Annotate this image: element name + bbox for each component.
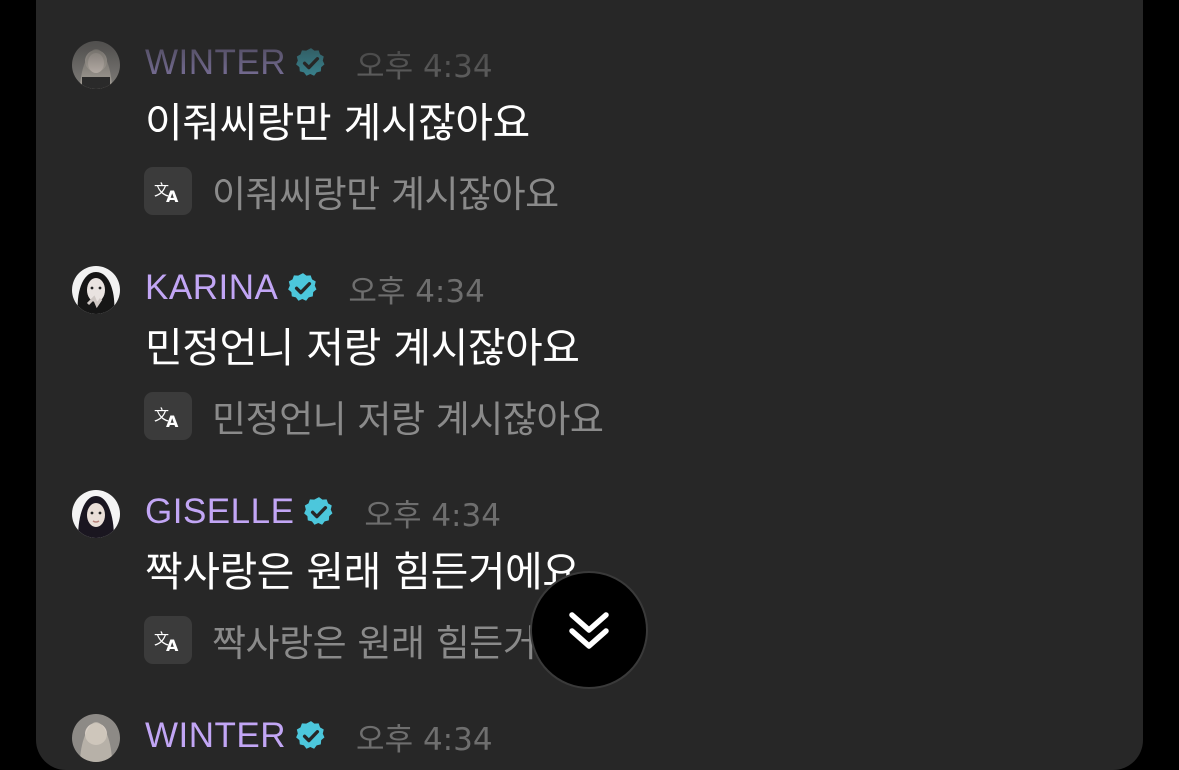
- translation-text: 민정언니 저랑 계시잖아요: [212, 398, 604, 441]
- avatar[interactable]: [72, 41, 120, 89]
- translation-row: 文 A 이줘씨랑만 계시잖아요: [144, 166, 559, 216]
- message-text: 이줘씨랑만 계시잖아요: [145, 99, 530, 147]
- sender-row: GISELLE 오후 4:34: [145, 492, 501, 534]
- translate-glyph-icon: 文 A: [154, 406, 179, 431]
- translate-icon[interactable]: 文 A: [144, 616, 192, 664]
- avatar[interactable]: [72, 714, 120, 762]
- sender-row: KARINA 오후 4:34: [145, 268, 485, 310]
- sender-row: WINTER 오후 4:34: [145, 716, 493, 758]
- verified-badge-icon: [296, 721, 325, 749]
- translation-row: 文 A 민정언니 저랑 계시잖아요: [144, 391, 604, 441]
- sender-name[interactable]: GISELLE: [145, 492, 294, 532]
- karina-avatar-icon: [72, 266, 120, 314]
- message-text: 민정언니 저랑 계시잖아요: [145, 324, 580, 372]
- avatar[interactable]: [72, 490, 120, 538]
- double-chevron-down-icon: [569, 612, 609, 649]
- translate-icon[interactable]: 文 A: [144, 392, 192, 440]
- svg-text:A: A: [166, 187, 179, 206]
- message-text: 짝사랑은 원래 힘든거에요: [145, 548, 580, 596]
- avatar[interactable]: [72, 266, 120, 314]
- timestamp: 오후 4:34: [356, 48, 493, 85]
- translate-glyph-icon: 文 A: [154, 630, 179, 655]
- translation-text: 이줘씨랑만 계시잖아요: [212, 173, 559, 216]
- timestamp: 오후 4:34: [348, 273, 485, 310]
- verified-badge-icon: [304, 497, 333, 525]
- sender-row: WINTER 오후 4:34: [145, 43, 493, 85]
- timestamp: 오후 4:34: [356, 721, 493, 758]
- sender-name[interactable]: WINTER: [145, 716, 286, 756]
- svg-text:A: A: [166, 636, 179, 655]
- verified-badge-icon: [296, 48, 325, 76]
- svg-text:A: A: [166, 412, 179, 431]
- verified-badge-icon: [288, 273, 317, 301]
- translate-glyph-icon: 文 A: [154, 181, 179, 206]
- winter-avatar-icon: [72, 41, 120, 89]
- scroll-to-bottom-button[interactable]: [530, 571, 648, 689]
- giselle-avatar-icon: [72, 490, 120, 538]
- sender-name[interactable]: WINTER: [145, 43, 286, 83]
- timestamp: 오후 4:34: [364, 497, 501, 534]
- translate-icon[interactable]: 文 A: [144, 167, 192, 215]
- sender-name[interactable]: KARINA: [145, 268, 278, 308]
- winter-avatar-icon: [72, 714, 120, 762]
